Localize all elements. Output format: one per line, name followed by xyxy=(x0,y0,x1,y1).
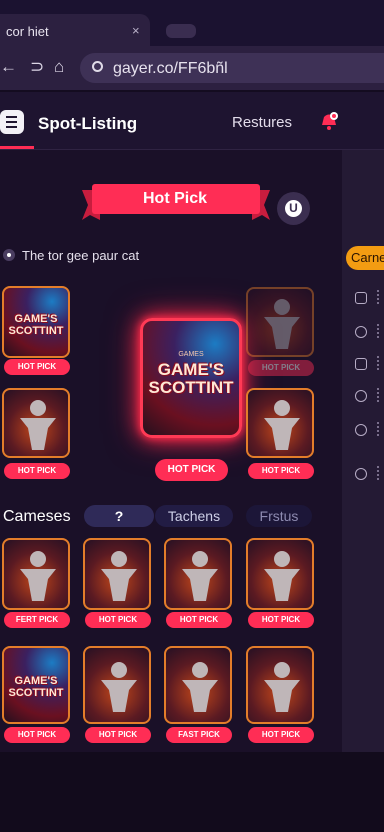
side-text-line xyxy=(377,466,381,480)
game-card[interactable] xyxy=(164,538,232,610)
hot-pick-badge[interactable]: HOT PICK xyxy=(85,727,151,743)
character-icon xyxy=(264,551,300,601)
side-panel xyxy=(342,150,384,752)
character-icon xyxy=(264,400,300,450)
hot-pick-badge[interactable]: HOT PICK xyxy=(85,612,151,628)
game-card[interactable] xyxy=(83,538,151,610)
forward-icon[interactable]: ⊃ xyxy=(30,58,44,76)
person-icon[interactable] xyxy=(355,424,367,436)
character-icon xyxy=(182,551,218,601)
features-link[interactable]: Restures xyxy=(232,114,292,131)
close-icon[interactable]: × xyxy=(132,23,140,38)
character-icon xyxy=(182,662,218,712)
browser-tab[interactable]: cor hiet × xyxy=(0,14,150,46)
game-card[interactable] xyxy=(164,646,232,724)
hot-pick-badge[interactable]: HOT PICK xyxy=(155,459,228,481)
search-icon xyxy=(92,61,103,72)
filter-pill[interactable]: Tachens xyxy=(155,505,233,527)
hot-pick-badge[interactable]: HOT PICK xyxy=(248,612,314,628)
category-label: Cameses xyxy=(3,508,71,525)
home-icon[interactable]: ⌂ xyxy=(54,58,64,76)
character-icon xyxy=(20,400,56,450)
browser-tab-bar: cor hiet × xyxy=(0,0,384,46)
ribbon-label: Hot Pick xyxy=(142,190,207,207)
character-icon xyxy=(101,551,137,601)
poster-title: GAME'S SCOTTINT xyxy=(8,313,64,337)
radio-icon[interactable] xyxy=(3,249,15,261)
hot-pick-badge[interactable]: HOT PICK xyxy=(248,463,314,479)
filter-pill[interactable]: Frstus xyxy=(246,505,312,527)
hot-pick-badge[interactable]: FAST PICK xyxy=(166,727,232,743)
side-text-line xyxy=(377,324,381,338)
side-text-line xyxy=(377,422,381,436)
game-card[interactable] xyxy=(246,388,314,458)
hot-pick-badge[interactable]: FERT PICK xyxy=(4,612,70,628)
chat-icon[interactable] xyxy=(355,358,367,370)
back-icon[interactable]: ← xyxy=(0,58,17,76)
poster-title: GAME'S SCOTTINT xyxy=(148,360,234,397)
tagline: The tor gee paur cat xyxy=(22,248,140,263)
side-text-line xyxy=(377,290,381,304)
game-card[interactable] xyxy=(2,388,70,458)
hot-pick-badge[interactable]: HOT PICK xyxy=(4,359,70,375)
hot-pick-badge[interactable]: HOT PICK xyxy=(4,463,70,479)
hot-pick-badge[interactable]: HOT PICK xyxy=(248,360,314,376)
user-icon: U xyxy=(285,200,302,217)
game-card[interactable] xyxy=(2,538,70,610)
bell-icon[interactable] xyxy=(318,110,340,132)
side-panel-button[interactable]: Carne xyxy=(346,246,384,270)
app-header: Spot-Listing Restures xyxy=(0,92,384,150)
side-text-line xyxy=(377,356,381,370)
url-text: gayer.co/FF6bñl xyxy=(113,60,228,77)
bulb-icon[interactable] xyxy=(355,326,367,338)
menu-icon[interactable] xyxy=(0,110,24,134)
poster-title: GAME'S SCOTTINT xyxy=(8,675,64,699)
hot-pick-badge[interactable]: HOT PICK xyxy=(248,727,314,743)
page-title: Spot-Listing xyxy=(38,114,138,133)
character-icon xyxy=(20,551,56,601)
document-icon[interactable] xyxy=(355,292,367,304)
game-card[interactable] xyxy=(246,646,314,724)
character-icon xyxy=(264,662,300,712)
game-card[interactable] xyxy=(246,538,314,610)
active-tab-indicator xyxy=(0,146,34,149)
game-card[interactable]: GAME'S SCOTTINT xyxy=(2,286,70,358)
hot-pick-badge[interactable]: HOT PICK xyxy=(166,612,232,628)
side-text-line xyxy=(377,388,381,402)
game-card[interactable] xyxy=(83,646,151,724)
refresh-icon[interactable] xyxy=(355,468,367,480)
poster-subtitle: GAMES xyxy=(178,351,204,358)
character-icon xyxy=(264,299,300,349)
new-tab-button[interactable] xyxy=(166,24,196,38)
game-card[interactable] xyxy=(246,287,314,357)
character-icon xyxy=(101,662,137,712)
hot-pick-badge[interactable]: HOT PICK xyxy=(4,727,70,743)
tab-title: cor hiet xyxy=(6,24,49,39)
bottom-dock xyxy=(0,752,384,832)
avatar[interactable]: U xyxy=(277,192,310,225)
filter-pill[interactable]: ? xyxy=(84,505,154,527)
game-card[interactable]: GAME'S SCOTTINT xyxy=(2,646,70,724)
url-input[interactable]: gayer.co/FF6bñl xyxy=(80,53,384,83)
featured-game-card[interactable]: GAMES GAME'S SCOTTINT xyxy=(140,318,242,438)
paw-icon[interactable] xyxy=(355,390,367,402)
